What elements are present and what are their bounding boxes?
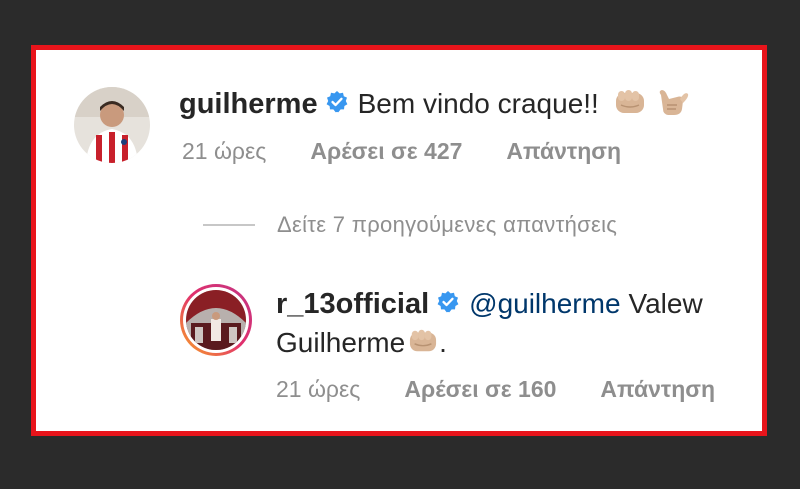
avatar-guilherme[interactable] (74, 87, 150, 163)
avatar-r13official[interactable] (179, 283, 253, 357)
reply-button[interactable]: Απάντηση (506, 138, 621, 165)
verified-badge-icon (326, 90, 348, 118)
comment-text: Bem vindo craque!! (357, 88, 599, 119)
likes-count[interactable]: Αρέσει σε 427 (310, 138, 462, 165)
divider-line (203, 224, 255, 226)
comment-meta-guilherme: 21 ώρες Αρέσει σε 427 Απάντηση (182, 134, 621, 168)
comment-text: Valew (628, 288, 703, 319)
comment-meta-r13official: 21 ώρες Αρέσει σε 160 Απάντηση (276, 372, 715, 406)
fist-emoji-icon (407, 327, 439, 360)
username-r13official[interactable]: r_13official (276, 288, 429, 321)
reply-button[interactable]: Απάντηση (600, 376, 715, 403)
timestamp: 21 ώρες (276, 375, 361, 402)
comment-text-continued: Guilherme . (276, 324, 447, 362)
comment-text-end: . (439, 327, 447, 358)
verified-badge-icon (437, 290, 459, 318)
avatar-photo (74, 87, 150, 163)
comment-r13official: r_13official @guilherme Valew (276, 284, 703, 324)
timestamp: 21 ώρες (182, 137, 267, 164)
call-me-hand-emoji-icon (655, 85, 689, 124)
view-replies-label[interactable]: Δείτε 7 προηγούμενες απαντήσεις (277, 212, 617, 238)
mention-link[interactable]: @guilherme (469, 288, 620, 320)
comment-text-line2: Guilherme (276, 327, 406, 358)
comment-guilherme: guilherme Bem vindo craque!! (179, 84, 689, 124)
username-guilherme[interactable]: guilherme (179, 88, 318, 121)
screenshot-frame: guilherme Bem vindo craque!! 21 ώρες Αρέ… (31, 45, 767, 436)
fist-emoji-icon (613, 87, 647, 122)
view-previous-replies[interactable]: Δείτε 7 προηγούμενες απαντήσεις (203, 208, 617, 242)
likes-count[interactable]: Αρέσει σε 160 (404, 376, 556, 403)
avatar-story-ring (180, 284, 252, 356)
